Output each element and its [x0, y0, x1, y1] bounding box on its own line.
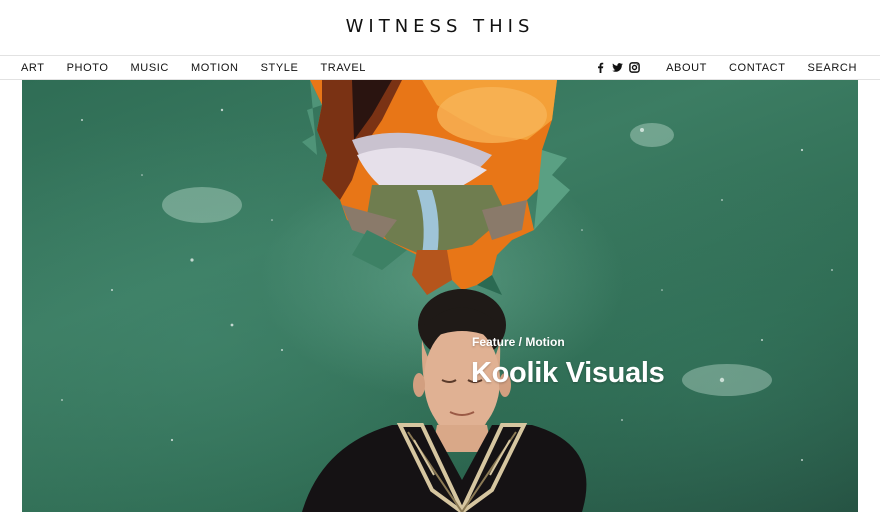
nav-item-travel[interactable]: TRAVEL — [320, 62, 366, 74]
torn-paper-burst — [302, 80, 570, 295]
nav-item-style[interactable]: STYLE — [261, 62, 299, 74]
nav-item-music[interactable]: MUSIC — [131, 62, 169, 74]
nav-item-search[interactable]: SEARCH — [808, 62, 857, 74]
hero-title[interactable]: Koolik Visuals — [471, 357, 665, 390]
nav-item-contact[interactable]: CONTACT — [729, 62, 786, 74]
nav-right: ABOUT CONTACT SEARCH — [595, 56, 857, 79]
nav-item-art[interactable]: ART — [21, 62, 45, 74]
instagram-icon[interactable] — [629, 62, 640, 73]
hero-image — [61, 80, 833, 512]
site-title[interactable]: WITNESS THIS — [0, 16, 880, 37]
hero-feature[interactable]: Feature / Motion Koolik Visuals — [22, 80, 858, 512]
nav-left: ART PHOTO MUSIC MOTION STYLE TRAVEL — [21, 56, 366, 79]
portrait-figure — [302, 289, 587, 512]
nav-item-motion[interactable]: MOTION — [191, 62, 239, 74]
facebook-icon[interactable] — [595, 62, 606, 73]
main-nav: ART PHOTO MUSIC MOTION STYLE TRAVEL ABOU… — [0, 55, 880, 80]
nav-item-photo[interactable]: PHOTO — [67, 62, 109, 74]
site-header: WITNESS THIS — [0, 0, 880, 55]
hero-kicker[interactable]: Feature / Motion — [472, 335, 565, 349]
page-bottom-spacer — [0, 512, 880, 531]
twitter-icon[interactable] — [612, 62, 623, 73]
social-links — [595, 62, 640, 73]
nav-item-about[interactable]: ABOUT — [666, 62, 707, 74]
